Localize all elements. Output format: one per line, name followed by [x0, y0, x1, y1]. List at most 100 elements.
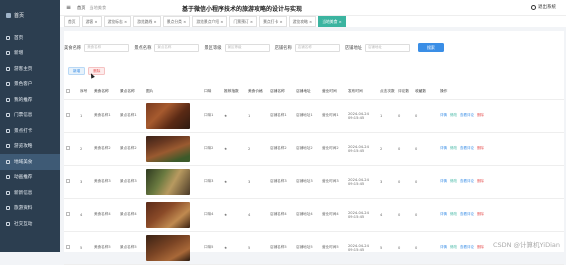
home-icon [6, 12, 11, 18]
view-comments-button[interactable]: 查看评论 [460, 146, 474, 150]
top-header: ≡ 首页 当地美食 [60, 0, 566, 15]
sidebar-item[interactable]: 景点打卡 [0, 123, 60, 139]
search-input[interactable]: 店铺地址 [364, 43, 410, 52]
sidebar-item-label: 门票信息 [14, 113, 33, 119]
select-all-checkbox[interactable] [66, 89, 70, 94]
breadcrumb-home[interactable]: 首页 [77, 5, 85, 11]
row-checkbox[interactable] [66, 179, 70, 183]
search-input[interactable]: 景区等级 [224, 43, 270, 52]
tab-tag[interactable]: 当地美食 × [318, 16, 346, 27]
sidebar-item[interactable]: 门票信息 [0, 108, 60, 124]
cell-publish-time: 2024-04-24 09:15:45 [346, 99, 378, 133]
sidebar-item[interactable]: 首页 [0, 30, 60, 46]
tab-tag[interactable]: 游览景点介绍 × [192, 16, 228, 27]
cell-image [144, 198, 194, 232]
row-delete-button[interactable]: 删除 [477, 179, 484, 183]
cell-shop: 店铺名称2 [268, 132, 294, 166]
cell-operations: 详情 修改 查看评论 删除 [438, 99, 564, 133]
tab-tag[interactable]: 游览路线 × [133, 16, 161, 27]
row-delete-button[interactable]: 删除 [477, 245, 484, 249]
sidebar-item[interactable]: 游客主页 [0, 61, 60, 77]
view-comments-button[interactable]: 查看评论 [460, 212, 474, 216]
cell-operations: 详情 修改 查看评论 删除 [438, 132, 564, 166]
cell-spacer [194, 231, 202, 265]
publish-time: 09:15:45 [348, 181, 365, 186]
cell-recommend: ★ [222, 198, 246, 232]
sidebar-item[interactable]: 游览攻略 [0, 139, 60, 155]
view-comments-button[interactable]: 查看评论 [460, 245, 474, 249]
tab-tag[interactable]: 游览攻略 × [288, 16, 317, 27]
tab-tag[interactable]: 游客 × [81, 16, 102, 27]
cell-clicks: 3 [378, 165, 396, 199]
search-input[interactable]: 店铺名称 [294, 43, 340, 52]
edit-button[interactable]: 修改 [450, 179, 457, 183]
cell-spacer [430, 198, 438, 232]
sidebar-item[interactable]: 新新信息 [0, 185, 60, 201]
view-comments-button[interactable]: 查看评论 [460, 179, 474, 183]
column-header: 店铺地址 [294, 85, 320, 100]
cell-food-name: 美食名称2 [92, 132, 118, 166]
view-comments-button[interactable]: 查看评论 [460, 113, 474, 117]
view-button[interactable]: 详情 [440, 179, 447, 183]
sidebar-item-label: 旅游资料 [14, 206, 33, 212]
user-icon [531, 4, 536, 10]
tab-tag[interactable]: 首页 [64, 16, 80, 27]
row-delete-button[interactable]: 删除 [477, 212, 484, 216]
view-button[interactable]: 详情 [440, 113, 447, 117]
view-button[interactable]: 详情 [440, 146, 447, 150]
cell-shop: 店铺名称5 [268, 231, 294, 265]
cell-shop: 店铺名称1 [268, 99, 294, 133]
edit-button[interactable]: 修改 [450, 212, 457, 216]
search-label: 店铺地址 [344, 45, 362, 51]
cell-recommend: ★ [222, 99, 246, 133]
column-header: 美食价格 [246, 85, 268, 100]
cell-price: 4 [246, 198, 268, 232]
search-input[interactable]: 美食名称 [84, 43, 130, 52]
search-input[interactable]: 景点名称 [154, 43, 200, 52]
sidebar-item[interactable]: 动画推荐 [0, 170, 60, 186]
row-checkbox[interactable] [66, 212, 70, 216]
edit-button[interactable]: 修改 [450, 245, 457, 249]
sidebar-logo[interactable]: 首页 [0, 0, 60, 30]
row-checkbox[interactable] [66, 245, 70, 249]
tag-bar: 首页 游客 × 游览标志 × 游览路线 × 景点分类 × 游览景点介绍 × 门票预订 × 景点… [60, 15, 566, 27]
tab-tag[interactable]: 景点打卡 × [259, 16, 287, 27]
menu-toggle-icon[interactable]: ≡ [66, 4, 71, 11]
tab-tag[interactable]: 门票预订 × [229, 16, 258, 27]
tab-tag[interactable]: 游览标志 × [103, 16, 132, 27]
cell-spacer [430, 231, 438, 265]
sidebar-item[interactable]: 社交互动 [0, 216, 60, 232]
tab-tag[interactable]: 景点分类 × [162, 16, 191, 27]
view-button[interactable]: 详情 [440, 212, 447, 216]
table-row: 5 美食名称5 景点名称5 口味5 ★ 5 店铺名称5 店铺地址5 营业时间5 2024-04-2… [64, 231, 564, 265]
menu-item-icon [6, 82, 10, 87]
cell-clicks: 1 [378, 99, 396, 133]
row-checkbox[interactable] [66, 113, 70, 117]
view-button[interactable]: 详情 [440, 245, 447, 249]
menu-item-icon [6, 144, 10, 149]
sidebar-item[interactable]: 新增 [0, 46, 60, 62]
sidebar-item[interactable]: 景色客户 [0, 77, 60, 93]
cell-comments: 0 [396, 165, 413, 199]
column-header: 点击次数 [378, 85, 396, 100]
sidebar-item[interactable]: 旅游资料 [0, 201, 60, 217]
row-checkbox[interactable] [66, 146, 70, 150]
sidebar-item[interactable]: 地域美食 [0, 154, 60, 170]
cell-index: 3 [78, 165, 92, 199]
column-header[interactable] [64, 85, 78, 100]
row-delete-button[interactable]: 删除 [477, 113, 484, 117]
cell-image [144, 231, 194, 265]
menu-item-icon [6, 97, 10, 102]
row-checkbox-cell [64, 132, 78, 166]
logout-button[interactable]: 退出系统 [531, 4, 556, 10]
sidebar-item[interactable]: 我的推荐 [0, 92, 60, 108]
edit-button[interactable]: 修改 [450, 113, 457, 117]
sidebar: 首页 首页 新增 游客主页 景色客户 我的推荐 门票信息 景点打卡 游览攻略 地域美食 动画推荐新… [0, 0, 60, 252]
column-header: 营业时间 [320, 85, 346, 100]
search-button[interactable]: 搜索 [417, 43, 444, 52]
add-button[interactable]: 新增 [68, 67, 86, 75]
cell-spot-name: 景点名称4 [118, 198, 144, 232]
row-delete-button[interactable]: 删除 [477, 146, 484, 150]
sidebar-item-label: 游览攻略 [14, 144, 33, 150]
edit-button[interactable]: 修改 [450, 146, 457, 150]
